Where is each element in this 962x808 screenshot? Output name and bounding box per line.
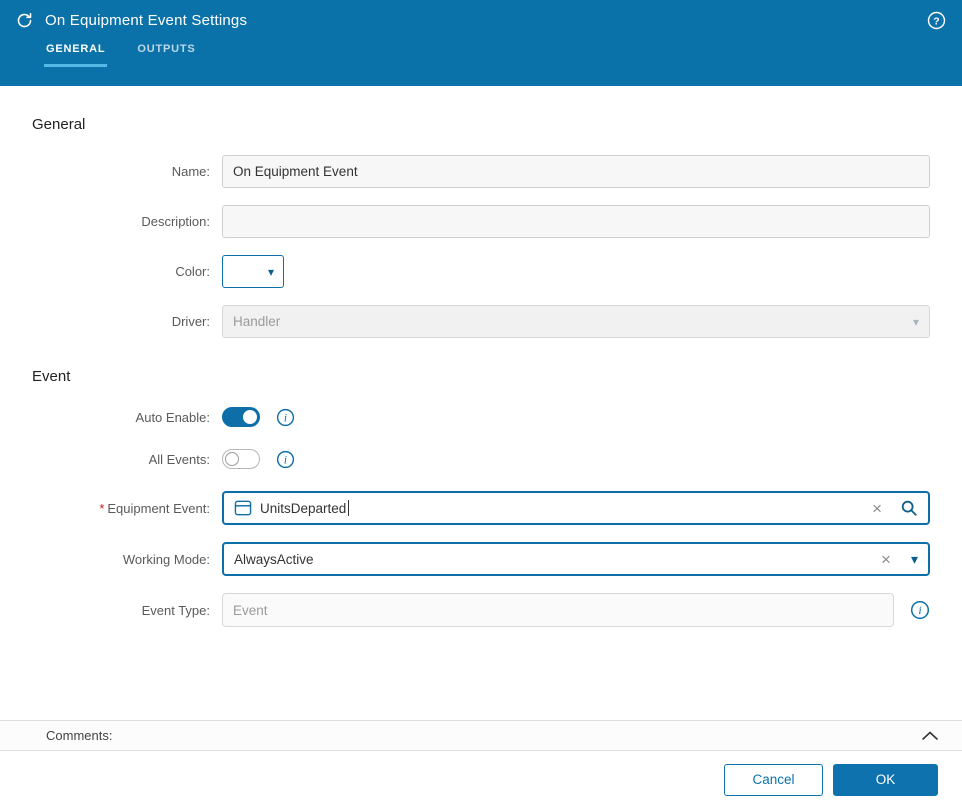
description-row: Description: (32, 205, 930, 238)
driver-label: Driver: (171, 314, 210, 329)
clear-icon[interactable]: × (868, 500, 886, 517)
working-mode-row: Working Mode: AlwaysActive × ▾ (32, 542, 930, 576)
name-input[interactable] (222, 155, 930, 188)
all-events-row: All Events: i (32, 449, 930, 469)
ok-button[interactable]: OK (833, 763, 938, 796)
event-type-placeholder: Event (233, 602, 268, 618)
svg-text:i: i (284, 454, 287, 466)
description-label: Description: (141, 214, 210, 229)
working-mode-value: AlwaysActive (234, 551, 314, 567)
tab-bar: GENERAL OUTPUTS (0, 39, 962, 67)
section-heading-event: Event (32, 368, 71, 385)
text-cursor (348, 500, 350, 516)
driver-select: Handler ▾ (222, 305, 930, 338)
required-indicator: * (99, 500, 105, 516)
search-icon[interactable] (900, 499, 918, 517)
name-row: Name: (32, 155, 930, 188)
cancel-button[interactable]: Cancel (724, 763, 823, 796)
all-events-label: All Events: (148, 451, 210, 467)
all-events-toggle[interactable] (222, 449, 260, 469)
toggle-knob (243, 410, 257, 424)
help-icon[interactable]: ? (927, 11, 946, 35)
tab-general[interactable]: GENERAL (44, 39, 108, 67)
clear-icon[interactable]: × (877, 551, 895, 568)
dropdown-caret-icon: ▾ (912, 314, 919, 329)
color-select[interactable]: ▾ (222, 255, 284, 288)
equipment-event-value: UnitsDeparted (260, 500, 347, 516)
equipment-event-label: * Equipment Event: (99, 500, 210, 516)
all-events-info-icon[interactable]: i (276, 450, 295, 469)
auto-enable-label: Auto Enable: (135, 409, 210, 425)
color-row: Color: ▾ (32, 255, 930, 288)
event-type-info-icon[interactable]: i (910, 600, 930, 620)
auto-enable-toggle[interactable] (222, 407, 260, 427)
svg-text:i: i (284, 412, 287, 424)
working-mode-label: Working Mode: (122, 551, 210, 567)
form-body: General Name: Description: Color: ▾ Driv… (0, 86, 962, 627)
footer: Cancel OK (0, 751, 962, 808)
page-title: On Equipment Event Settings (45, 12, 248, 29)
chevron-up-icon[interactable] (922, 730, 938, 741)
svg-text:?: ? (933, 16, 939, 27)
tab-outputs[interactable]: OUTPUTS (135, 39, 197, 67)
auto-enable-info-icon[interactable]: i (276, 408, 295, 427)
auto-enable-row: Auto Enable: i (32, 407, 930, 427)
event-type-input: Event (222, 593, 894, 627)
dropdown-caret-icon: ▾ (910, 551, 918, 567)
equipment-icon (234, 500, 252, 516)
description-input[interactable] (222, 205, 930, 238)
name-label: Name: (171, 164, 210, 179)
dropdown-caret-icon: ▾ (267, 264, 274, 279)
title-row: On Equipment Event Settings ? (0, 0, 962, 33)
equipment-event-row: * Equipment Event: UnitsDeparted × (32, 491, 930, 525)
bottom-bar: Comments: Cancel OK (0, 720, 962, 808)
svg-text:i: i (918, 603, 921, 617)
toggle-knob (225, 452, 239, 466)
settings-dialog: On Equipment Event Settings ? GENERAL OU… (0, 0, 962, 808)
section-heading-general: General (32, 116, 86, 133)
equipment-event-field[interactable]: UnitsDeparted × (222, 491, 930, 525)
header: On Equipment Event Settings ? GENERAL OU… (0, 0, 962, 86)
comments-section[interactable]: Comments: (0, 720, 962, 751)
event-type-label: Event Type: (141, 602, 210, 618)
driver-placeholder: Handler (233, 314, 281, 329)
comments-label: Comments: (46, 728, 113, 743)
driver-row: Driver: Handler ▾ (32, 305, 930, 338)
color-label: Color: (175, 264, 210, 279)
event-settings-icon (16, 12, 33, 29)
event-type-row: Event Type: Event i (32, 593, 930, 627)
working-mode-select[interactable]: AlwaysActive × ▾ (222, 542, 930, 576)
